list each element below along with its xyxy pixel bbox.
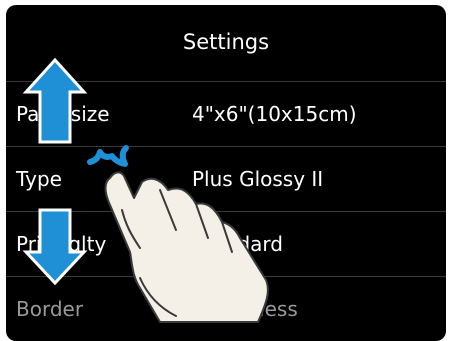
arrow-down-icon [22,208,88,286]
gesture-overlay [22,57,269,323]
arrow-up-icon [22,57,88,144]
tap-hand-icon [104,171,269,323]
tap-burst-icon [87,145,129,167]
